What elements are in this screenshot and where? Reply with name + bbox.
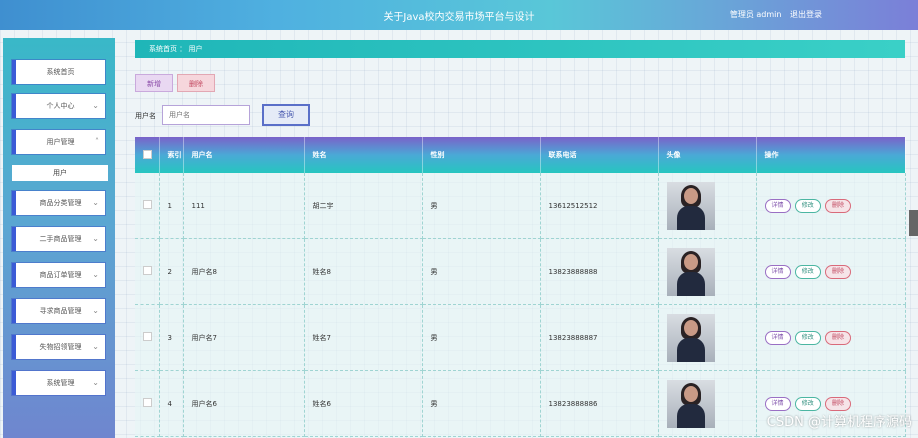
- cell-name: 姓名8: [304, 238, 423, 305]
- admin-label: 管理员 admin: [729, 10, 782, 19]
- user-table: 索引 用户名 姓名 性别 联系电话 头像 操作 1 111 胡二宇 男 1361…: [135, 137, 906, 437]
- cell-username: 用户名6: [183, 370, 305, 437]
- cell-name: 姓名6: [304, 370, 423, 437]
- row-select-cell[interactable]: [135, 173, 160, 239]
- cell-actions: 详情 修改 删除: [756, 238, 906, 305]
- cell-username: 111: [183, 173, 305, 239]
- sidebar-item-lostfound-mgmt[interactable]: 失物招领管理 ⌄: [12, 335, 105, 359]
- chevron-down-icon: ⌄: [92, 234, 99, 243]
- search-button[interactable]: 查询: [262, 104, 310, 126]
- row-checkbox[interactable]: [143, 398, 152, 407]
- delete-button[interactable]: 删除: [177, 74, 215, 92]
- cell-name: 胡二宇: [304, 173, 423, 239]
- cell-gender: 男: [422, 173, 541, 239]
- breadcrumb-separator: ：: [179, 45, 187, 53]
- row-select-cell[interactable]: [135, 370, 160, 437]
- top-bar: 关于Java校内交易市场平台与设计 管理员 admin 退出登录: [0, 0, 918, 30]
- detail-button[interactable]: 详情: [764, 396, 791, 411]
- scroll-handle[interactable]: [909, 210, 918, 236]
- cell-phone: 13612512512: [540, 173, 659, 239]
- header-username: 用户名: [183, 137, 305, 173]
- select-all-checkbox[interactable]: [143, 149, 152, 159]
- chevron-down-icon: ⌄: [92, 378, 99, 387]
- cell-phone: 13823888887: [540, 304, 659, 371]
- detail-button[interactable]: 详情: [764, 264, 791, 279]
- sidebar-subitem-user[interactable]: 用户: [12, 165, 108, 181]
- cell-username: 用户名8: [183, 238, 305, 305]
- cell-actions: 详情 修改 删除: [756, 304, 906, 371]
- chevron-down-icon: ⌄: [92, 306, 99, 315]
- chevron-down-icon: ⌄: [92, 198, 99, 207]
- table-row: 3 用户名7 姓名7 男 13823888887 详情 修改 删除: [135, 304, 906, 371]
- row-delete-button[interactable]: 删除: [825, 198, 852, 213]
- chevron-down-icon: ⌄: [92, 342, 99, 351]
- cell-gender: 男: [422, 304, 541, 371]
- sidebar-item-order-mgmt[interactable]: 商品订单管理 ⌄: [12, 263, 105, 287]
- sidebar-item-seek-mgmt[interactable]: 寻求商品管理 ⌄: [12, 299, 105, 323]
- cell-gender: 男: [422, 238, 541, 305]
- logout-link[interactable]: 退出登录: [790, 10, 822, 19]
- cell-index: 2: [159, 238, 184, 305]
- header-gender: 性别: [422, 137, 541, 173]
- table-row: 1 111 胡二宇 男 13612512512 详情 修改 删除: [135, 173, 906, 239]
- row-delete-button[interactable]: 删除: [825, 264, 852, 279]
- cell-index: 4: [159, 370, 184, 437]
- sidebar-item-secondhand-mgmt[interactable]: 二手商品管理 ⌄: [12, 227, 105, 251]
- row-checkbox[interactable]: [143, 266, 152, 275]
- cell-index: 3: [159, 304, 184, 371]
- cell-phone: 13823888886: [540, 370, 659, 437]
- avatar[interactable]: [666, 181, 715, 230]
- cell-name: 姓名7: [304, 304, 423, 371]
- breadcrumb-home[interactable]: 系统首页: [149, 45, 177, 53]
- detail-button[interactable]: 详情: [764, 330, 791, 345]
- sidebar: 系统首页 个人中心 ⌄ 用户管理 ˄ 用户 商品分类管理 ⌄ 二手商品管理 ⌄ 商品订单…: [3, 38, 115, 438]
- cell-phone: 13823888888: [540, 238, 659, 305]
- row-checkbox[interactable]: [143, 200, 152, 209]
- row-delete-button[interactable]: 删除: [825, 330, 852, 345]
- chevron-down-icon: ⌄: [92, 101, 99, 110]
- table-header-row: 索引 用户名 姓名 性别 联系电话 头像 操作: [135, 137, 906, 173]
- edit-button[interactable]: 修改: [794, 264, 821, 279]
- row-select-cell[interactable]: [135, 238, 160, 305]
- cell-avatar: [658, 238, 757, 305]
- sidebar-item-category-mgmt[interactable]: 商品分类管理 ⌄: [12, 191, 105, 215]
- row-checkbox[interactable]: [143, 332, 152, 341]
- table-row: 2 用户名8 姓名8 男 13823888888 详情 修改 删除: [135, 238, 906, 305]
- sidebar-item-home[interactable]: 系统首页: [12, 60, 105, 84]
- header-actions: 操作: [756, 137, 906, 173]
- sidebar-item-system-mgmt[interactable]: 系统管理 ⌄: [12, 371, 105, 395]
- avatar[interactable]: [666, 379, 715, 428]
- header-phone: 联系电话: [540, 137, 659, 173]
- cell-gender: 男: [422, 370, 541, 437]
- cell-avatar: [658, 304, 757, 371]
- avatar[interactable]: [666, 313, 715, 362]
- sidebar-item-user-mgmt[interactable]: 用户管理 ˄: [12, 130, 105, 154]
- breadcrumb: 系统首页 ： 用户: [135, 40, 905, 58]
- row-delete-button[interactable]: 删除: [825, 396, 852, 411]
- sidebar-item-profile[interactable]: 个人中心 ⌄: [12, 94, 105, 118]
- cell-index: 1: [159, 173, 184, 239]
- avatar[interactable]: [666, 247, 715, 296]
- cell-username: 用户名7: [183, 304, 305, 371]
- username-search-input[interactable]: [162, 105, 250, 125]
- chevron-down-icon: ⌄: [92, 270, 99, 279]
- header-avatar: 头像: [658, 137, 757, 173]
- edit-button[interactable]: 修改: [794, 198, 821, 213]
- user-area: 管理员 admin 退出登录: [730, 9, 822, 20]
- header-name: 姓名: [304, 137, 423, 173]
- watermark-text: CSDN @计算机程序源码: [766, 415, 912, 430]
- cell-avatar: [658, 370, 757, 437]
- username-label: 用户名: [135, 112, 156, 120]
- detail-button[interactable]: 详情: [764, 198, 791, 213]
- chevron-up-icon: ˄: [95, 137, 99, 146]
- edit-button[interactable]: 修改: [794, 330, 821, 345]
- cell-actions: 详情 修改 删除: [756, 173, 906, 239]
- edit-button[interactable]: 修改: [794, 396, 821, 411]
- add-button[interactable]: 新增: [135, 74, 173, 92]
- header-index: 索引: [159, 137, 184, 173]
- breadcrumb-current: 用户: [188, 45, 203, 53]
- row-select-cell[interactable]: [135, 304, 160, 371]
- select-all-header[interactable]: [135, 137, 160, 173]
- cell-avatar: [658, 173, 757, 239]
